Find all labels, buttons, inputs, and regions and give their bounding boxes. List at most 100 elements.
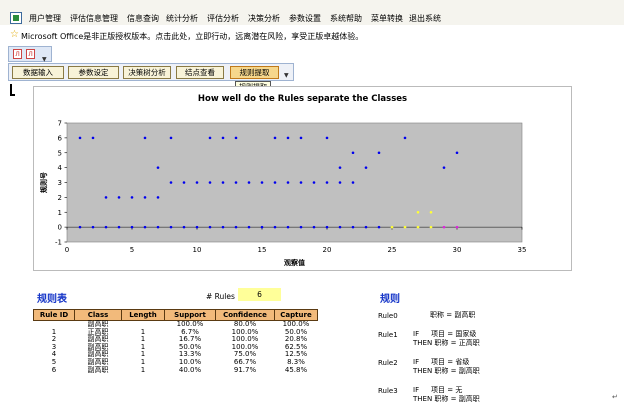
data-point bbox=[351, 151, 355, 155]
rule0-then: 职称 = 副高职 bbox=[430, 311, 476, 319]
rule0-name: Rule0 bbox=[378, 312, 398, 320]
data-point bbox=[351, 181, 355, 184]
rule1-name: Rule1 bbox=[378, 331, 398, 339]
parameter-setting-button[interactable]: 参数设定 bbox=[68, 66, 119, 79]
toolbar-options-icon[interactable]: ▼ bbox=[42, 56, 47, 63]
y-tick-label: 0 bbox=[58, 224, 62, 232]
y-axis-label: 规则号 bbox=[39, 172, 48, 193]
x-tick-label: 35 bbox=[518, 246, 527, 254]
x-tick-label: 15 bbox=[258, 246, 267, 254]
table-row: 副高职 100.0% 80.0% 100.0% bbox=[34, 320, 318, 329]
table-cell: 1 bbox=[140, 365, 146, 374]
y-tick-label: 2 bbox=[58, 194, 62, 202]
data-point bbox=[234, 181, 238, 184]
menu-item-menu-switch[interactable]: 菜单转换 bbox=[371, 13, 403, 24]
col-support: Support bbox=[164, 309, 216, 321]
data-point bbox=[156, 225, 160, 229]
table-row: 6 副高职 1 40.0% 91.7% 45.8% bbox=[34, 365, 318, 375]
data-point bbox=[312, 181, 316, 184]
col-confidence: Confidence bbox=[215, 309, 275, 321]
table-row: 1 正高职 1 6.7% 100.0% 50.0% bbox=[34, 328, 318, 337]
data-point bbox=[364, 225, 368, 229]
table-row: 5 副高职 1 10.0% 66.7% 8.3% bbox=[34, 358, 318, 367]
data-point bbox=[325, 181, 329, 184]
data-point bbox=[364, 166, 368, 169]
decision-tree-button[interactable]: 决策树分析 bbox=[123, 66, 171, 79]
data-point bbox=[338, 166, 342, 169]
data-point bbox=[312, 225, 316, 229]
table-cell: 91.7% bbox=[233, 365, 257, 374]
y-tick-label: 7 bbox=[58, 120, 62, 128]
data-point bbox=[91, 136, 95, 140]
data-point bbox=[260, 181, 264, 184]
data-point bbox=[234, 136, 238, 140]
rule2-condition: 项目 = 省级 bbox=[431, 358, 470, 366]
return-arrow-icon: ↵ bbox=[612, 393, 618, 401]
rule-extract-button[interactable]: 规则提取 bbox=[230, 66, 279, 79]
rule2-if: IF bbox=[413, 358, 420, 366]
rule-table: Rule ID Class Length Support Confidence … bbox=[33, 309, 318, 374]
data-point bbox=[104, 225, 108, 229]
data-point bbox=[247, 181, 251, 184]
data-point bbox=[273, 136, 277, 140]
data-point bbox=[78, 225, 82, 229]
menu-item-evaluation-analysis[interactable]: 评估分析 bbox=[207, 13, 239, 24]
rules-section-title: 规则 bbox=[380, 294, 400, 305]
table-cell: 40.0% bbox=[178, 365, 202, 374]
star-icon: ☆ bbox=[10, 29, 19, 40]
license-notice[interactable]: Microsoft Office是非正版授权版本。点击此处，立即行动，远离潜在风… bbox=[21, 31, 363, 42]
data-point bbox=[169, 181, 173, 184]
menu-item-info-query[interactable]: 信息查询 bbox=[127, 13, 159, 24]
x-tick-label: 0 bbox=[65, 246, 69, 254]
menu-item-statistics[interactable]: 统计分析 bbox=[166, 13, 198, 24]
table-row: 4 副高职 1 13.3% 75.0% 12.5% bbox=[34, 351, 318, 359]
toolbar-options-icon[interactable]: ▼ bbox=[284, 72, 289, 79]
rules-count-value[interactable]: 6 bbox=[238, 288, 281, 301]
table-cell: 45.8% bbox=[284, 365, 308, 374]
data-point bbox=[156, 196, 160, 199]
data-point bbox=[143, 196, 147, 199]
pdf-toolbar: Л Л ▼ bbox=[8, 46, 52, 63]
x-tick-label: 25 bbox=[388, 246, 397, 254]
data-point bbox=[403, 136, 407, 140]
data-point bbox=[338, 181, 342, 184]
rule-table-title: 规则表 bbox=[37, 294, 67, 305]
data-point bbox=[247, 225, 251, 229]
menu-item-user-management[interactable]: 用户管理 bbox=[29, 13, 61, 24]
menu-item-parameter-settings[interactable]: 参数设置 bbox=[289, 13, 321, 24]
data-point bbox=[104, 196, 108, 199]
x-tick-label: 20 bbox=[323, 246, 332, 254]
data-point bbox=[455, 225, 459, 229]
data-point bbox=[169, 225, 173, 229]
rule3-condition: 项目 = 无 bbox=[431, 386, 463, 394]
data-point bbox=[377, 151, 381, 155]
data-point bbox=[429, 210, 433, 214]
col-class: Class bbox=[74, 309, 122, 321]
rule2-name: Rule2 bbox=[378, 359, 398, 367]
data-point bbox=[221, 136, 225, 140]
menu-item-decision-analysis[interactable]: 决策分析 bbox=[248, 13, 280, 24]
data-point bbox=[117, 225, 121, 229]
menu-item-system-help[interactable]: 系统帮助 bbox=[330, 13, 362, 24]
data-point bbox=[442, 166, 446, 169]
menu-item-exit[interactable]: 退出系统 bbox=[409, 13, 441, 24]
data-input-button[interactable]: 数据输入 bbox=[12, 66, 64, 79]
data-point bbox=[338, 225, 342, 229]
menu-item-evaluation-info[interactable]: 评估信息管理 bbox=[70, 13, 118, 24]
node-view-button[interactable]: 结点查看 bbox=[176, 66, 224, 79]
pdf-export-icon[interactable]: Л bbox=[26, 49, 35, 59]
table-row: 3 副高职 1 50.0% 100.0% 62.5% bbox=[34, 343, 318, 352]
data-point bbox=[195, 181, 199, 184]
y-tick-label: -1 bbox=[55, 239, 62, 247]
pdf-convert-icon[interactable]: Л bbox=[13, 49, 22, 59]
scatter-chart: 0 5 10 15 20 25 30 35-101234567观察值规则号 bbox=[39, 120, 527, 268]
y-tick-label: 5 bbox=[58, 149, 62, 157]
x-tick-label: 30 bbox=[453, 246, 462, 254]
data-point bbox=[221, 225, 225, 229]
data-point bbox=[117, 196, 121, 199]
data-point bbox=[390, 225, 394, 229]
data-point bbox=[273, 225, 277, 229]
y-tick-label: 6 bbox=[58, 134, 63, 142]
data-point bbox=[325, 225, 329, 229]
data-point bbox=[208, 136, 212, 140]
